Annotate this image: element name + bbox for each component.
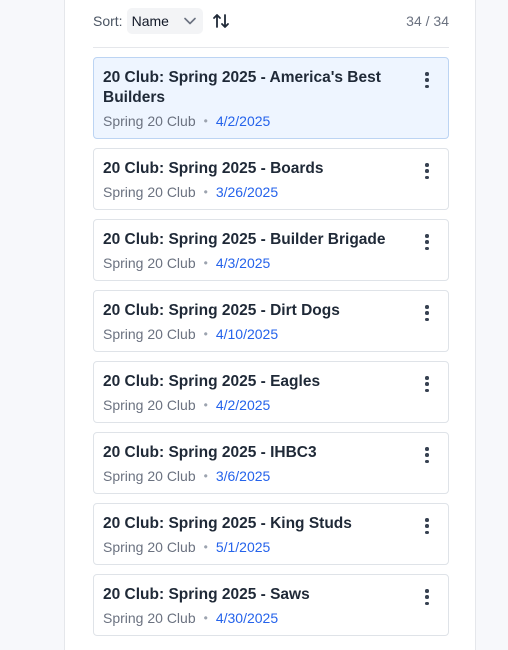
item-meta: Spring 20 Club • 4/3/2025	[103, 254, 408, 272]
item-title: 20 Club: Spring 2025 - Boards	[103, 160, 324, 177]
item-date: 3/6/2025	[215, 468, 271, 484]
item-date: 4/30/2025	[215, 610, 279, 626]
item-date: 3/26/2025	[215, 184, 279, 200]
item-club: Spring 20 Club	[103, 184, 196, 200]
separator-dot-icon: •	[203, 185, 208, 199]
item-title: 20 Club: Spring 2025 - King Studs	[103, 515, 352, 532]
item-date: 4/10/2025	[215, 326, 279, 342]
item-club: Spring 20 Club	[103, 539, 196, 555]
separator-dot-icon: •	[203, 398, 208, 412]
item-meta: Spring 20 Club • 4/2/2025	[103, 396, 408, 414]
item-club: Spring 20 Club	[103, 113, 196, 129]
item-meta: Spring 20 Club • 5/1/2025	[103, 538, 408, 556]
item-club: Spring 20 Club	[103, 326, 196, 342]
item-title: 20 Club: Spring 2025 - Eagles	[103, 373, 321, 390]
item-meta: Spring 20 Club • 4/30/2025	[103, 609, 408, 627]
separator-dot-icon: •	[203, 327, 208, 341]
item-date: 5/1/2025	[215, 539, 271, 555]
meeting-list: 20 Club: Spring 2025 - America's Best Bu…	[93, 57, 449, 645]
sort-label: Sort:	[93, 13, 123, 29]
separator-dot-icon: •	[203, 469, 208, 483]
item-meta: Spring 20 Club • 4/10/2025	[103, 325, 408, 343]
separator-dot-icon: •	[203, 611, 208, 625]
sort-select-value: Name	[131, 13, 169, 29]
sort-direction-icon[interactable]	[212, 12, 230, 30]
chevron-down-icon	[184, 17, 196, 25]
list-item[interactable]: 20 Club: Spring 2025 - Dirt Dogs Spring …	[93, 290, 449, 352]
item-meta: Spring 20 Club • 3/26/2025	[103, 183, 408, 201]
sort-toolbar: Sort: Name 34 / 34	[93, 8, 449, 34]
item-title: 20 Club: Spring 2025 - Builder Brigade	[103, 231, 386, 248]
more-options-icon[interactable]	[420, 304, 434, 322]
item-club: Spring 20 Club	[103, 468, 196, 484]
item-title: 20 Club: Spring 2025 - Dirt Dogs	[103, 302, 340, 319]
separator-dot-icon: •	[203, 256, 208, 270]
list-item[interactable]: 20 Club: Spring 2025 - Saws Spring 20 Cl…	[93, 574, 449, 636]
item-club: Spring 20 Club	[103, 397, 196, 413]
item-meta: Spring 20 Club • 4/2/2025	[103, 112, 408, 130]
item-meta: Spring 20 Club • 3/6/2025	[103, 467, 408, 485]
item-date: 4/2/2025	[215, 113, 271, 129]
item-title: 20 Club: Spring 2025 - America's Best Bu…	[103, 69, 381, 106]
list-item[interactable]: 20 Club: Spring 2025 - Builder Brigade S…	[93, 219, 449, 281]
item-title: 20 Club: Spring 2025 - IHBC3	[103, 444, 317, 461]
more-options-icon[interactable]	[420, 446, 434, 464]
separator-dot-icon: •	[203, 114, 208, 128]
item-club: Spring 20 Club	[103, 610, 196, 626]
item-title: 20 Club: Spring 2025 - Saws	[103, 586, 310, 603]
item-date: 4/2/2025	[215, 397, 271, 413]
more-options-icon[interactable]	[420, 162, 434, 180]
list-item[interactable]: 20 Club: Spring 2025 - King Studs Spring…	[93, 503, 449, 565]
sort-select[interactable]: Name	[126, 8, 203, 34]
more-options-icon[interactable]	[420, 233, 434, 251]
item-date: 4/3/2025	[215, 255, 271, 271]
list-item[interactable]: 20 Club: Spring 2025 - Boards Spring 20 …	[93, 148, 449, 210]
list-item[interactable]: 20 Club: Spring 2025 - IHBC3 Spring 20 C…	[93, 432, 449, 494]
meetings-panel: Sort: Name 34 / 34 20 Club: Spring 2025 …	[64, 0, 476, 650]
more-options-icon[interactable]	[420, 375, 434, 393]
list-item[interactable]: 20 Club: Spring 2025 - America's Best Bu…	[93, 57, 449, 139]
more-options-icon[interactable]	[420, 588, 434, 606]
more-options-icon[interactable]	[420, 517, 434, 535]
list-item[interactable]: 20 Club: Spring 2025 - Eagles Spring 20 …	[93, 361, 449, 423]
more-options-icon[interactable]	[420, 71, 434, 89]
result-count: 34 / 34	[406, 13, 449, 29]
separator-dot-icon: •	[203, 540, 208, 554]
item-club: Spring 20 Club	[103, 255, 196, 271]
divider	[93, 47, 449, 48]
